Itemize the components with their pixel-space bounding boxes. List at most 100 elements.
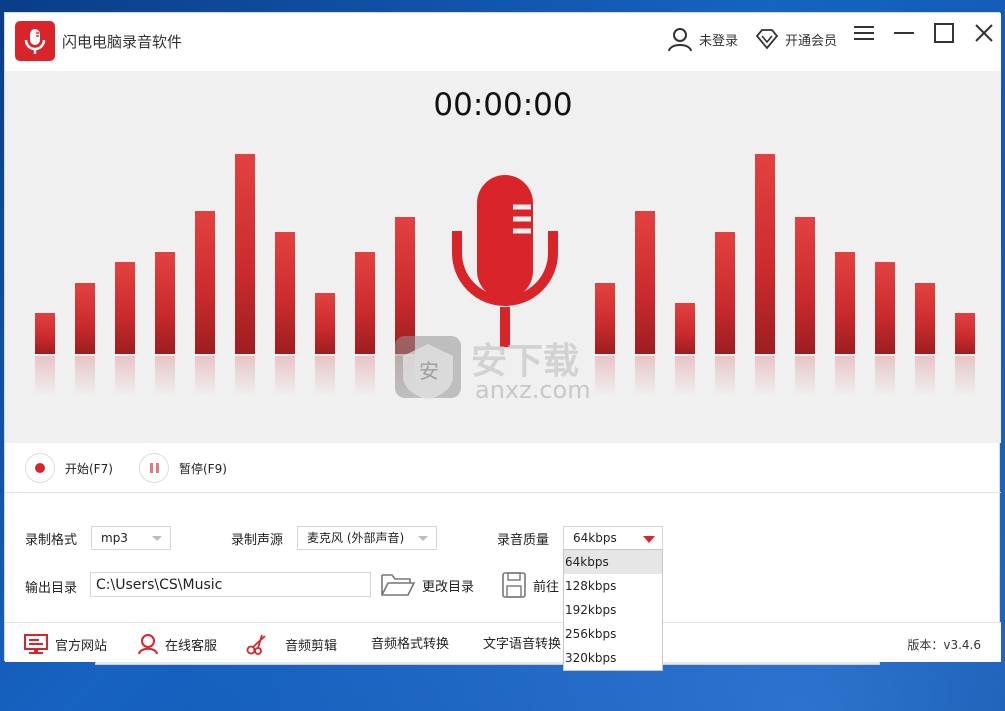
- level-bar-reflection: [155, 356, 175, 396]
- quality-select[interactable]: 64kbps: [563, 526, 663, 550]
- source-label: 录制声源: [231, 533, 284, 548]
- tts-link[interactable]: 文字语音转换: [483, 633, 561, 652]
- chevron-down-icon: [418, 536, 428, 541]
- record-icon: [25, 453, 55, 483]
- level-bar-reflection: [835, 356, 855, 396]
- source-value: 麦克风 (外部声音): [307, 531, 405, 545]
- app-title: 闪电电脑录音软件: [62, 33, 183, 51]
- start-label: 开始(F7): [65, 461, 113, 476]
- watermark-domain: anxz.com: [475, 376, 591, 404]
- level-bar-reflection: [715, 356, 735, 396]
- change-dir-label: 更改目录: [422, 579, 475, 595]
- level-bar-reflection: [235, 356, 255, 396]
- quality-option-192kbps[interactable]: 192kbps: [564, 598, 662, 622]
- output-label: 输出目录: [25, 581, 78, 596]
- diamond-icon: [755, 29, 779, 50]
- level-bar-reflection: [35, 356, 55, 396]
- level-bar-left-4: [155, 252, 175, 354]
- record-controls: 开始(F7) 暂停(F9): [5, 443, 1001, 493]
- pause-icon: [139, 453, 169, 483]
- level-bar-left-5: [195, 211, 215, 354]
- level-bar-left-3: [115, 262, 135, 354]
- level-bar-reflection: [755, 356, 775, 396]
- app-window: 闪电电脑录音软件 未登录 开通会员 00:00:00 安 安下载 anxz.co…: [4, 12, 1001, 671]
- level-bar-left-1: [35, 313, 55, 354]
- level-bar-right-4: [715, 232, 735, 354]
- quality-option-320kbps[interactable]: 320kbps: [564, 646, 662, 670]
- chevron-down-icon: [152, 536, 162, 541]
- login-button[interactable]: 未登录: [667, 19, 738, 59]
- format-convert-link[interactable]: 音频格式转换: [371, 633, 449, 652]
- vip-label: 开通会员: [785, 33, 838, 49]
- source-select[interactable]: 麦克风 (外部声音): [297, 526, 437, 550]
- level-bar-right-2: [635, 211, 655, 354]
- pause-label: 暂停(F9): [179, 461, 227, 476]
- level-bar-reflection: [915, 356, 935, 396]
- save-icon: [502, 572, 526, 598]
- level-bar-right-3: [675, 303, 695, 354]
- level-bar-right-10: [955, 313, 975, 354]
- support-link[interactable]: 在线客服: [137, 633, 217, 655]
- level-bar-left-6: [235, 154, 255, 354]
- level-bar-left-8: [315, 293, 335, 354]
- close-icon[interactable]: [973, 22, 995, 47]
- start-record-button[interactable]: 开始(F7): [25, 453, 113, 483]
- customer-service-icon: [138, 634, 158, 655]
- change-directory-button[interactable]: 更改目录: [380, 571, 474, 599]
- monitor-icon: [24, 634, 48, 654]
- quality-option-256kbps[interactable]: 256kbps: [564, 622, 662, 646]
- level-bar-right-8: [875, 262, 895, 354]
- pause-record-button[interactable]: 暂停(F9): [139, 453, 227, 483]
- quality-value: 64kbps: [573, 531, 617, 545]
- website-label: 官方网站: [55, 638, 108, 654]
- format-value: mp3: [101, 531, 128, 545]
- scissors-icon: [246, 634, 266, 655]
- level-bar-reflection: [315, 356, 335, 396]
- level-bar-reflection: [355, 356, 375, 396]
- version-label: 版本：v3.4.6: [907, 638, 981, 652]
- hamburger-menu-icon[interactable]: [853, 23, 875, 46]
- format-select[interactable]: mp3: [91, 526, 171, 550]
- output-path-input[interactable]: [90, 572, 371, 597]
- level-bar-right-5: [755, 154, 775, 354]
- recording-timer: 00:00:00: [433, 87, 573, 123]
- maximize-icon[interactable]: [933, 22, 955, 47]
- level-bar-reflection: [275, 356, 295, 396]
- level-bar-reflection: [635, 356, 655, 396]
- login-label: 未登录: [699, 33, 739, 49]
- microphone-icon: [15, 21, 55, 61]
- quality-option-64kbps[interactable]: 64kbps: [564, 550, 662, 574]
- level-bar-right-6: [795, 217, 815, 354]
- vip-button[interactable]: 开通会员: [755, 19, 837, 59]
- level-bar-reflection: [195, 356, 215, 396]
- audio-edit-link[interactable]: 音频剪辑: [245, 633, 337, 655]
- level-bar-reflection: [675, 356, 695, 396]
- watermark-logo: 安 安下载 anxz.com: [393, 326, 623, 409]
- open-directory-button[interactable]: 前往: [501, 571, 559, 599]
- level-bar-reflection: [875, 356, 895, 396]
- svg-text:安: 安: [419, 359, 439, 383]
- audio-visualizer: 00:00:00 安 安下载 anxz.com: [5, 71, 1001, 443]
- level-bar-reflection: [75, 356, 95, 396]
- tts-label: 文字语音转换: [483, 637, 562, 652]
- audio-edit-label: 音频剪辑: [285, 638, 338, 654]
- level-bar-left-2: [75, 283, 95, 354]
- footer-bar: 官方网站 在线客服 音频剪辑 音频格式转换 文字语音转换 版本：v3.4.6: [5, 622, 1001, 662]
- level-bar-right-9: [915, 283, 935, 354]
- user-icon: [668, 28, 692, 52]
- quality-dropdown-list: 64kbps 128kbps 192kbps 256kbps 320kbps: [563, 549, 663, 671]
- level-bar-left-9: [355, 252, 375, 354]
- support-label: 在线客服: [165, 638, 218, 654]
- dropdown-arrow-icon: [643, 536, 655, 543]
- title-bar: 闪电电脑录音软件 未登录 开通会员: [5, 13, 1001, 71]
- level-bar-right-7: [835, 252, 855, 354]
- format-label: 录制格式: [25, 533, 78, 548]
- quality-label: 录音质量: [497, 533, 550, 548]
- level-bar-left-7: [275, 232, 295, 354]
- goto-label: 前往: [533, 579, 560, 595]
- quality-option-128kbps[interactable]: 128kbps: [564, 574, 662, 598]
- level-bar-reflection: [955, 356, 975, 396]
- minimize-icon[interactable]: [893, 23, 915, 46]
- website-link[interactable]: 官方网站: [23, 633, 107, 655]
- format-convert-label: 音频格式转换: [371, 637, 450, 652]
